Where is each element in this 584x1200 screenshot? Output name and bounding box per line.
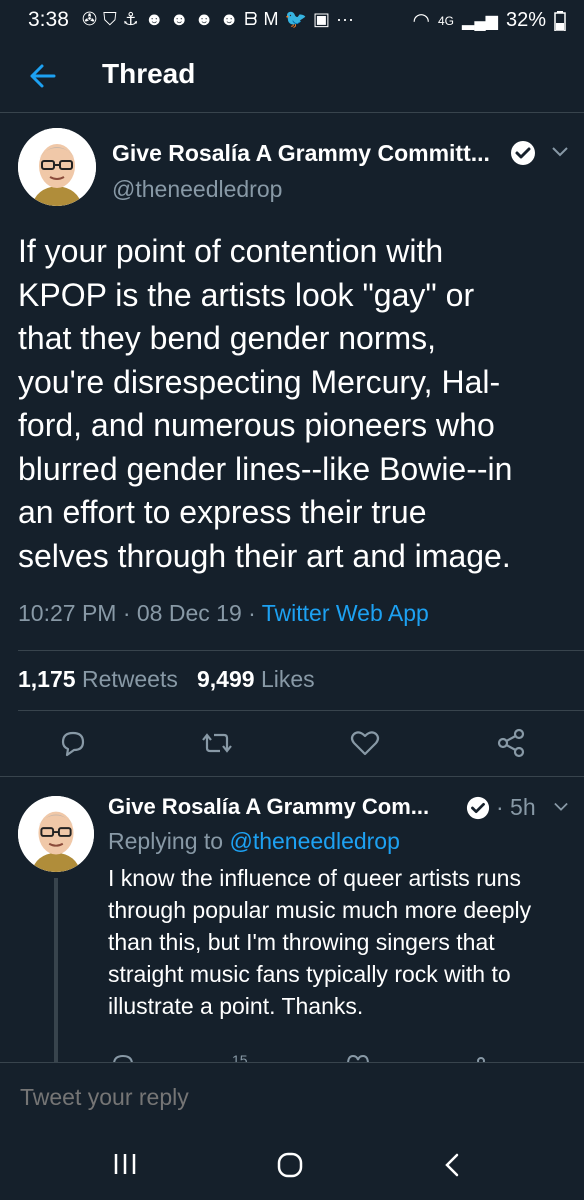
retweets-label: Retweets xyxy=(81,666,178,692)
android-nav-bar xyxy=(0,1124,584,1200)
b-app-icon: ᗷ xyxy=(244,9,258,29)
reply-icon[interactable] xyxy=(58,728,88,758)
divider xyxy=(18,710,584,711)
gmail-icon: M xyxy=(263,9,279,29)
reply-line: through popular music much more deeply xyxy=(108,897,532,923)
smiley-icon: ☻ xyxy=(169,9,189,29)
reply-author-name[interactable]: Give Rosalía A Grammy Com... xyxy=(108,794,429,820)
thread-connector-line xyxy=(54,878,58,1062)
divider xyxy=(0,776,584,777)
author-name[interactable]: Give Rosalía A Grammy Committ... xyxy=(112,140,490,167)
reply-retweet-count: 15 xyxy=(232,1052,248,1062)
notification-icons: ✇ ⛉ ⚓ ☻ ☻ ☻ ☻ ᗷ M 🐦 ▣ ··· xyxy=(82,9,354,30)
tweet-line: blurred gender lines--like Bowie--in xyxy=(18,450,513,487)
back-arrow-icon[interactable] xyxy=(24,56,64,96)
likes-count: 9,499 xyxy=(197,666,255,692)
home-icon[interactable] xyxy=(277,1152,303,1178)
network-type: 4G xyxy=(438,13,455,28)
tweet-timestamp: 10:27 PM · 08 Dec 19 · xyxy=(18,600,262,626)
likes-stat[interactable]: 9,499 Likes xyxy=(197,666,315,692)
smiley-icon: ☻ xyxy=(144,9,164,29)
battery-percent: 32% xyxy=(505,9,546,31)
retweets-count: 1,175 xyxy=(18,666,76,692)
status-right: ◠ 4G ▂▄▆ 32% xyxy=(413,8,566,33)
thread-header: Thread xyxy=(0,40,584,113)
twitter-bird-icon: 🐦 xyxy=(284,9,307,29)
reply-line: straight music fans typically rock with … xyxy=(108,961,511,987)
tweet-line: ford, and numerous pioneers who xyxy=(18,407,495,443)
replying-to-handle[interactable]: @theneedledrop xyxy=(229,828,399,854)
verified-badge-icon xyxy=(511,141,535,165)
tweet-line: an effort to express their true xyxy=(18,494,427,530)
recent-apps-icon[interactable] xyxy=(112,1152,138,1176)
shield-icon: ⛉ xyxy=(103,9,117,29)
avatar-cartoon-icon xyxy=(18,128,96,206)
reply-line: than this, but I'm throwing singers that xyxy=(108,929,495,955)
anchor-icon: ⚓ xyxy=(122,9,139,29)
signal-icon: ▂▄▆ xyxy=(462,12,498,30)
tweet-source-link[interactable]: Twitter Web App xyxy=(262,600,429,626)
status-time: 3:38 xyxy=(28,8,69,31)
battery-icon xyxy=(554,10,566,31)
smiley-icon: ☻ xyxy=(194,9,214,29)
like-heart-icon[interactable] xyxy=(350,728,380,758)
controller-icon: ✇ xyxy=(82,9,98,29)
status-bar: 3:38 ✇ ⛉ ⚓ ☻ ☻ ☻ ☻ ᗷ M 🐦 ▣ ··· ◠ 4G ▂▄▆ … xyxy=(0,0,584,40)
smiley-icon: ☻ xyxy=(219,9,239,29)
author-handle[interactable]: @theneedledrop xyxy=(112,176,282,203)
avatar[interactable] xyxy=(18,128,96,206)
retweet-icon[interactable] xyxy=(200,728,234,758)
divider xyxy=(18,650,584,651)
image-icon: ▣ xyxy=(312,9,330,29)
tweet-text: If your point of contention with KPOP is… xyxy=(18,230,578,578)
reply-line: illustrate a point. Thanks. xyxy=(108,993,364,1019)
tweet-stats: 1,175 Retweets 9,499 Likes xyxy=(18,666,315,693)
tweet-line: KPOP is the artists look "gay" or xyxy=(18,276,475,313)
author-name-text: Give Rosalía A Grammy Committ... xyxy=(112,140,490,166)
back-icon[interactable] xyxy=(442,1152,462,1178)
likes-label: Likes xyxy=(260,666,315,692)
wifi-icon: ◠ xyxy=(412,10,430,32)
reply-line: I know the influence of queer artists ru… xyxy=(108,865,521,891)
avatar-cartoon-icon xyxy=(18,796,94,872)
reply-composer xyxy=(0,1062,584,1126)
replying-to-prefix: Replying to xyxy=(108,828,230,854)
share-icon[interactable] xyxy=(496,728,526,758)
more-dots-icon: ··· xyxy=(335,9,354,29)
reply-age: · 5h xyxy=(496,794,536,820)
tweet-meta: 10:27 PM · 08 Dec 19 · Twitter Web App xyxy=(18,600,429,627)
tweet-reply-input[interactable] xyxy=(18,1083,562,1112)
tweet-line: you're disrespecting Mercury, Hal- xyxy=(18,363,501,400)
tweet-line: that they bend gender norms, xyxy=(18,320,437,356)
reply-text: I know the influence of queer artists ru… xyxy=(108,862,578,1022)
tweet-line: If your point of contention with xyxy=(18,233,444,269)
replying-to: Replying to @theneedledrop xyxy=(108,828,400,855)
tweet-line: selves through their art and image. xyxy=(18,537,511,574)
chevron-down-icon[interactable] xyxy=(552,800,570,814)
reply-avatar[interactable] xyxy=(18,796,94,872)
chevron-down-icon[interactable] xyxy=(550,144,570,160)
verified-badge-icon xyxy=(466,796,490,820)
retweets-stat[interactable]: 1,175 Retweets xyxy=(18,666,178,692)
page-title: Thread xyxy=(102,58,196,89)
